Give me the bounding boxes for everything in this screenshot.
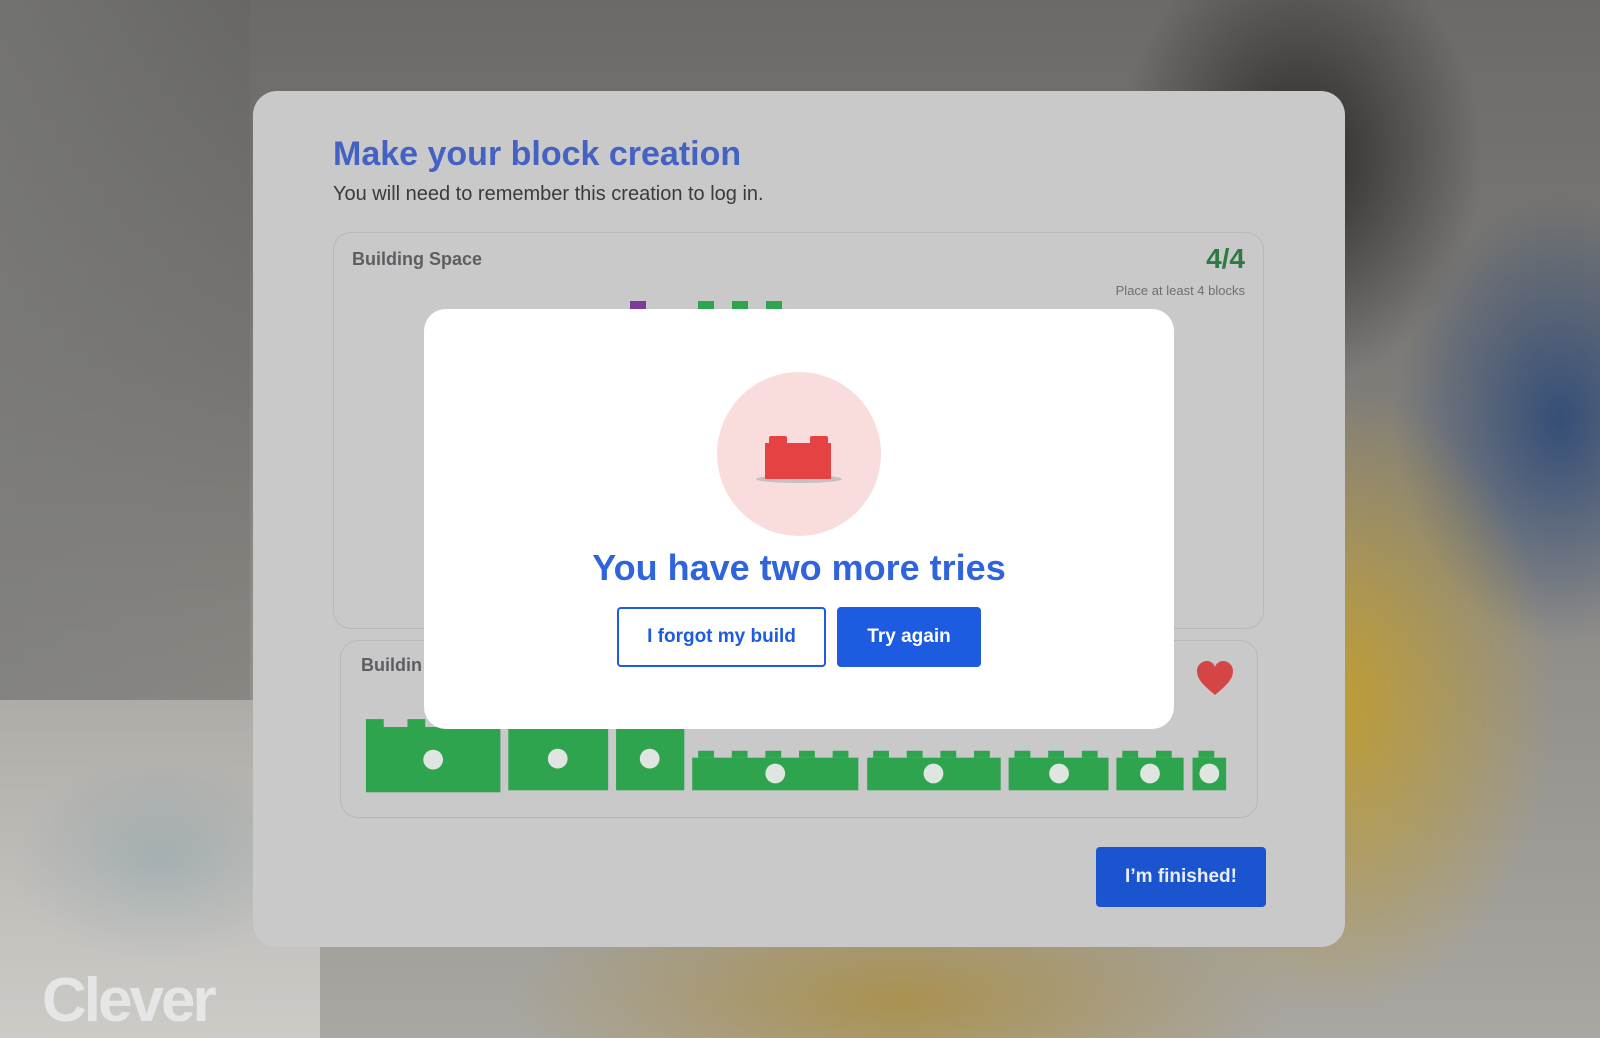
modal-heading: You have two more tries [592,547,1006,588]
block-1x2[interactable] [616,727,685,791]
block-1x6[interactable] [692,750,859,791]
finished-button[interactable]: I’m finished! [1096,847,1266,907]
block-count-hint: Place at least 4 blocks [1115,283,1245,298]
retry-modal: You have two more tries I forgot my buil… [424,309,1174,729]
block-count: 4/4 [1206,243,1245,274]
page-subtitle: You will need to remember this creation … [333,183,764,205]
building-space-label: Building Space [352,249,483,269]
block-2x2[interactable] [365,719,501,793]
try-again-button[interactable]: Try again [837,607,981,667]
block-2x2[interactable] [508,727,609,791]
placed-block-green[interactable] [698,301,782,309]
placed-block-stud [698,301,714,309]
placed-block-stud [732,301,748,309]
modal-icon-circle [717,372,881,536]
placed-block-stud [766,301,782,309]
page-title: Make your block creation [333,135,742,173]
placed-block-purple[interactable] [630,301,646,309]
clever-logo: Clever [42,966,217,1035]
background-window [0,0,250,700]
block-1x3[interactable] [1008,750,1109,791]
block-1x2-small[interactable] [1116,750,1184,791]
brick-icon [756,436,842,483]
block-1x4[interactable] [867,750,1001,791]
block-1x1[interactable] [1192,750,1227,791]
forgot-build-button[interactable]: I forgot my build [617,607,826,667]
